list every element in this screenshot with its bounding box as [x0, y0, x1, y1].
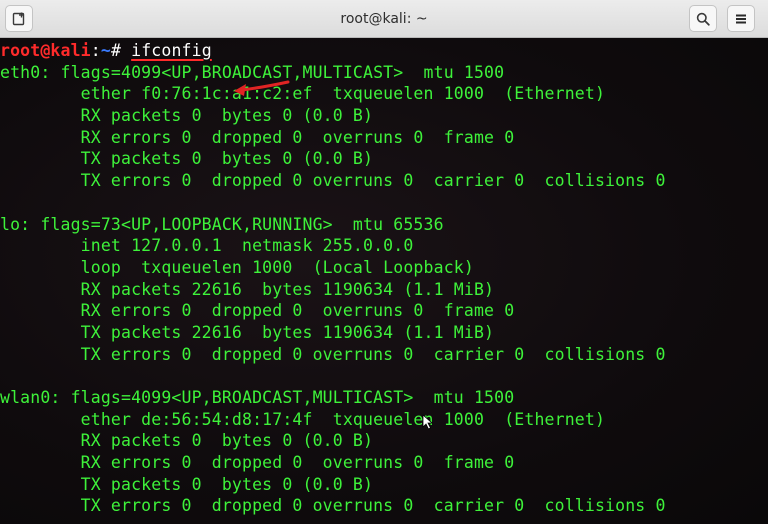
output-line: RX packets 0 bytes 0 (0.0 B) — [0, 106, 374, 126]
output-line: TX packets 0 bytes 0 (0.0 B) — [0, 474, 374, 494]
terminal-output: root@kali:~# ifconfig eth0: flags=4099<UP… — [0, 40, 666, 517]
output-line: TX errors 0 dropped 0 overruns 0 carrier… — [0, 171, 666, 191]
output-line: RX errors 0 dropped 0 overruns 0 frame 0 — [0, 453, 515, 473]
output-line: TX errors 0 dropped 0 overruns 0 carrier… — [0, 344, 666, 364]
output-line: RX errors 0 dropped 0 overruns 0 frame 0 — [0, 301, 515, 321]
prompt-symbol: # — [110, 41, 122, 60]
output-line: RX packets 0 bytes 0 (0.0 B) — [0, 431, 374, 451]
prompt-separator: : — [90, 41, 101, 60]
search-icon — [696, 12, 710, 26]
command-text: ifconfig — [131, 41, 212, 60]
menu-button[interactable] — [727, 5, 755, 32]
annotation-arrow-icon — [234, 80, 290, 96]
terminal-area[interactable]: root@kali:~# ifconfig eth0: flags=4099<UP… — [0, 38, 768, 524]
prompt-path: ~ — [100, 41, 111, 60]
mouse-pointer-icon — [422, 414, 434, 430]
iface-header-eth0: eth0: flags=4099<UP,BROADCAST,MULTICAST>… — [0, 62, 505, 82]
search-button[interactable] — [689, 5, 717, 32]
prompt-line: root@kali:~# ifconfig — [0, 40, 666, 62]
output-line: TX packets 22616 bytes 1190634 (1.1 MiB) — [0, 322, 495, 342]
prompt-user-host: root@kali — [0, 41, 91, 60]
hamburger-menu-icon — [734, 12, 748, 26]
window-title: root@kali: ~ — [340, 11, 428, 27]
output-line: RX errors 0 dropped 0 overruns 0 frame 0 — [0, 127, 515, 147]
output-line: ether f0:76:1c:a1:c2:ef txqueuelen 1000 … — [0, 84, 606, 104]
output-line: ether de:56:54:d8:17:4f txqueuelen 1000 … — [0, 409, 606, 429]
iface-header-lo: lo: flags=73<UP,LOOPBACK,RUNNING> mtu 65… — [0, 214, 444, 234]
iface-header-wlan0: wlan0: flags=4099<UP,BROADCAST,MULTICAST… — [0, 388, 515, 407]
output-line: loop txqueuelen 1000 (Local Loopback) — [0, 257, 474, 277]
output-line: RX packets 22616 bytes 1190634 (1.1 MiB) — [0, 279, 495, 299]
output-line: inet 127.0.0.1 netmask 255.0.0.0 — [0, 236, 414, 256]
output-line: TX errors 0 dropped 0 overruns 0 carrier… — [0, 496, 666, 516]
title-bar: root@kali: ~ — [0, 0, 768, 38]
output-line: TX packets 0 bytes 0 (0.0 B) — [0, 149, 374, 169]
